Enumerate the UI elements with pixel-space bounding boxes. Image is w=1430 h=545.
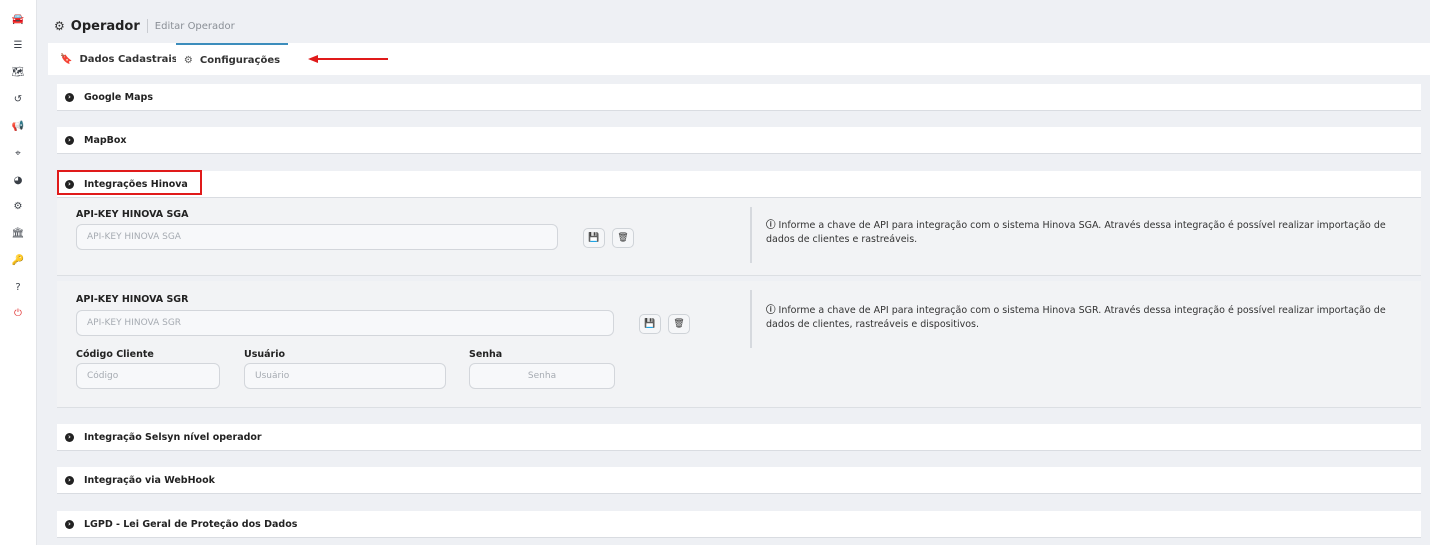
panel-integracao-webhook[interactable]: › Integração via WebHook <box>57 467 1421 494</box>
pie-chart-icon[interactable]: ◕ <box>0 171 36 189</box>
sga-info-line1: Informe a chave de API para integração c… <box>778 220 1386 231</box>
info-divider <box>750 207 752 263</box>
codigo-cliente-label: Código Cliente <box>76 349 154 360</box>
sgr-api-key-input[interactable] <box>76 310 614 336</box>
page-subtitle: Editar Operador <box>154 20 235 32</box>
save-icon: 💾 <box>644 319 656 329</box>
annotation-arrow <box>308 55 388 63</box>
panel-title: LGPD - Lei Geral de Proteção dos Dados <box>84 518 298 530</box>
sidebar: 🚘 ☰ 🗺 ↺ 📢 ⌖ ◕ ⚙ 🏛 🔑 ? ⏻ <box>0 0 37 545</box>
help-icon[interactable]: ? <box>0 278 36 296</box>
sga-label: API-KEY HINOVA SGA <box>76 209 189 220</box>
power-icon[interactable]: ⏻ <box>0 304 36 322</box>
trash-icon: 🗑 <box>673 319 685 329</box>
sgr-save-button[interactable]: 💾 <box>639 314 661 334</box>
chevron-circle-icon: › <box>65 179 74 189</box>
gear-icon: ⚙ <box>54 19 65 33</box>
info-icon: ⓘ <box>766 305 776 316</box>
panel-google-maps[interactable]: › Google Maps <box>57 84 1421 111</box>
sgr-info-text: ⓘ Informe a chave de API para integração … <box>766 304 1406 332</box>
panel-title: Google Maps <box>84 91 153 103</box>
list-icon[interactable]: ☰ <box>0 36 36 54</box>
info-icon: ⓘ <box>766 220 776 231</box>
panel-integracoes-hinova[interactable]: › Integrações Hinova <box>57 171 1421 198</box>
history-icon[interactable]: ↺ <box>0 90 36 108</box>
bullhorn-icon[interactable]: 📢 <box>0 117 36 135</box>
page-header: ⚙ Operador Editar Operador <box>54 16 235 36</box>
usuario-input[interactable] <box>244 363 446 389</box>
chevron-circle-icon: › <box>65 135 74 145</box>
crosshair-icon[interactable]: ⌖ <box>0 144 36 162</box>
hinova-sga-section: API-KEY HINOVA SGA 💾 🗑 ⓘInforme a chave … <box>57 198 1421 276</box>
page-title: Operador <box>70 18 140 34</box>
tab-dados-cadastrais[interactable]: 🔖 Dados Cadastrais <box>60 43 178 75</box>
sga-save-button[interactable]: 💾 <box>583 228 605 248</box>
senha-label: Senha <box>469 349 503 360</box>
panel-title: Integração Selsyn nível operador <box>84 431 262 443</box>
tab-bar: 🔖 Dados Cadastrais ⚙ Configurações <box>48 43 1430 75</box>
sgr-info-line1: Informe a chave de API para integração c… <box>778 305 1386 316</box>
sga-delete-button[interactable]: 🗑 <box>612 228 634 248</box>
sgr-label: API-KEY HINOVA SGR <box>76 294 189 305</box>
panel-title: Integração via WebHook <box>84 474 215 486</box>
trash-icon: 🗑 <box>617 233 629 243</box>
panel-integracao-selsyn[interactable]: › Integração Selsyn nível operador <box>57 424 1421 451</box>
panel-mapbox[interactable]: › MapBox <box>57 127 1421 154</box>
tab-configuracoes[interactable]: ⚙ Configurações <box>176 43 288 75</box>
codigo-cliente-input[interactable] <box>76 363 220 389</box>
tab-label: Configurações <box>199 54 281 66</box>
chevron-circle-icon: › <box>65 92 74 102</box>
chevron-circle-icon: › <box>65 475 74 485</box>
sga-info-text: ⓘ Informe a chave de API para integração … <box>766 219 1406 247</box>
sga-info-line2: dados de clientes e rastreáveis. <box>766 234 918 245</box>
sga-api-key-input[interactable] <box>76 224 558 250</box>
key-icon[interactable]: 🔑 <box>0 251 36 269</box>
info-divider <box>750 290 752 348</box>
hinova-sgr-section: API-KEY HINOVA SGR 💾 🗑 Código Cliente Us… <box>57 281 1421 408</box>
tab-label: Dados Cadastrais <box>79 53 178 65</box>
bookmark-icon: 🔖 <box>60 53 73 65</box>
sgr-info-line2: dados de clientes, rastreáveis e disposi… <box>766 319 980 330</box>
senha-input[interactable] <box>469 363 615 389</box>
sgr-delete-button[interactable]: 🗑 <box>668 314 690 334</box>
panel-lgpd[interactable]: › LGPD - Lei Geral de Proteção dos Dados <box>57 511 1421 538</box>
chevron-circle-icon: › <box>65 432 74 442</box>
panel-title: MapBox <box>84 134 127 146</box>
bank-icon[interactable]: 🏛 <box>0 224 36 242</box>
dashboard-icon[interactable]: 🚘 <box>0 10 36 28</box>
map-icon[interactable]: 🗺 <box>0 63 36 81</box>
gear-icon: ⚙ <box>183 54 193 66</box>
cogs-icon[interactable]: ⚙ <box>0 197 36 215</box>
panel-title: Integrações Hinova <box>84 178 188 190</box>
chevron-circle-icon: › <box>65 519 74 529</box>
usuario-label: Usuário <box>244 349 286 360</box>
header-divider <box>146 19 148 33</box>
save-icon: 💾 <box>588 233 600 243</box>
